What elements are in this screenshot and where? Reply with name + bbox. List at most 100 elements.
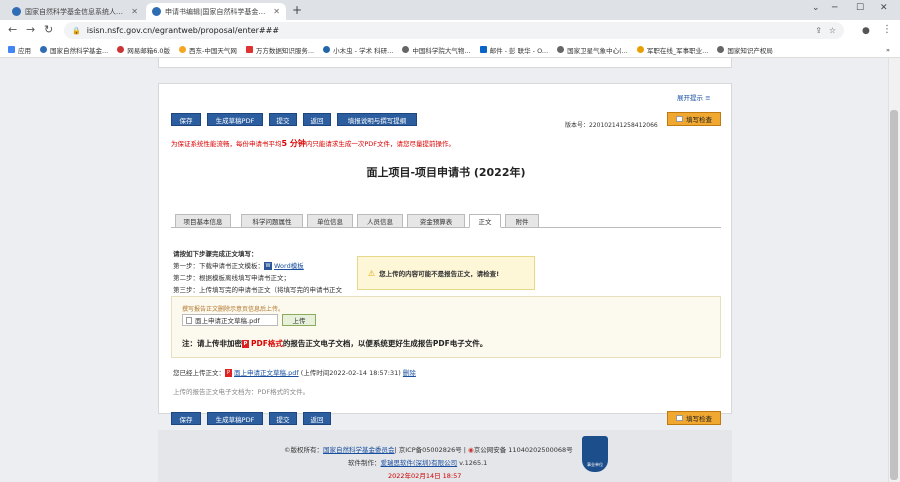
nsfc-link[interactable]: 国家自然科学基金委员会 [323, 446, 395, 454]
check-doc-icon [676, 116, 683, 122]
new-tab-icon[interactable]: + [292, 3, 302, 17]
bookmarks-overflow-icon[interactable]: » [886, 46, 890, 54]
save-button-bottom[interactable]: 保存 [171, 412, 201, 425]
bookmark-item[interactable]: 国家自然科学基金... [40, 45, 108, 55]
muchong-icon [323, 46, 331, 53]
warning-icon: ⚠ [368, 268, 376, 278]
minimize-icon[interactable]: ─ [832, 3, 837, 13]
generate-pdf-button[interactable]: 生成草稿PDF [207, 113, 263, 126]
bookmark-item[interactable]: 西东-中国天气网 [179, 45, 237, 55]
back-button[interactable]: 返回 [303, 113, 331, 126]
police-badge-icon: ◉ [465, 446, 474, 454]
upload-note: 注：请上传非加密 P PDF格式的报告正文电子文档，以便系统更好生成报告PDF电子文… [182, 339, 488, 348]
submit-button-bottom[interactable]: 提交 [269, 412, 297, 425]
bookmark-item[interactable]: 军职在线_军事职业... [636, 45, 708, 55]
close-tab-icon[interactable]: ✕ [127, 7, 138, 16]
uploaded-file-row: 您已经上传正文： P 面上申请正文草稿.pdf (上传时间2022-02-14 18… [173, 369, 416, 377]
military-icon [636, 46, 644, 53]
top-nav-strip [158, 58, 732, 68]
check-doc-icon [676, 415, 683, 421]
tab-budget[interactable]: 资金预算表 [407, 214, 465, 228]
format-hint: 上传的报告正文电子文档为：PDF格式的文件。 [173, 388, 310, 396]
proposal-panel: 展开提示 ≡ 保存 生成草稿PDF 提交 返回 填报说明与撰写提纲 版本号：22… [158, 83, 732, 425]
copyright-line: ©版权所有：国家自然科学基金委员会| 京ICP备05002826号 | ◉京公网… [284, 446, 573, 454]
browser-menu-icon[interactable]: ⋮ [882, 24, 892, 36]
submit-button[interactable]: 提交 [269, 113, 297, 126]
bookmark-item[interactable]: 网易邮箱6.0版 [117, 45, 170, 55]
globe-icon [717, 46, 725, 53]
close-tab-icon[interactable]: ✕ [269, 7, 280, 16]
bookmarks-bar: 应用 国家自然科学基金... 网易邮箱6.0版 西东-中国天气网 万方数据知识服… [0, 42, 900, 58]
upload-button[interactable]: 上传 [282, 314, 316, 326]
save-button[interactable]: 保存 [171, 113, 201, 126]
institution-badge: 事业单位 [582, 436, 608, 472]
tab-science-attr[interactable]: 科学问题属性 [241, 214, 303, 228]
pdf-rate-notice: 为保证系统性能流畅，每份申请书平均5 分钟内只能请求生成一次PDF文件，请您尽量… [171, 139, 456, 148]
tab-main-text[interactable]: 正文 [469, 214, 501, 228]
nsfc-favicon-icon [12, 7, 21, 16]
vendor-link[interactable]: 爱瑞思软件(深圳)有限公司 [381, 459, 458, 467]
upload-box: 撰写报告正文删除示意页信息后上传。 面上申请正文草稿.pdf 上传 注：请上传非… [171, 296, 721, 358]
bookmark-apps[interactable]: 应用 [8, 45, 31, 55]
url-bar[interactable]: 🔒 isisn.nsfc.gov.cn/egrantweb/proposal/e… [64, 22, 844, 39]
footer: ©版权所有：国家自然科学基金委员会| 京ICP备05002826号 | ◉京公网… [158, 430, 732, 482]
bookmark-star-icon[interactable]: ☆ [829, 26, 836, 35]
tab-search-icon[interactable]: ⌄ [812, 3, 820, 13]
browser-tab-login[interactable]: 国家自然科学基金信息系统人员登录 ✕ [6, 3, 144, 20]
nsfc-icon [40, 46, 47, 53]
upload-hint: 撰写报告正文删除示意页信息后上传。 [182, 306, 285, 313]
wanfang-icon [245, 46, 253, 53]
page-content: 展开提示 ≡ 保存 生成草稿PDF 提交 返回 填报说明与撰写提纲 版本号：22… [0, 58, 888, 482]
pdf-icon: P [242, 340, 249, 348]
bookmark-item[interactable]: 国家知识产权局 [717, 45, 773, 55]
bookmark-item[interactable]: 中国科学院大气物... [402, 45, 471, 55]
outlook-icon [479, 46, 487, 53]
tab-attachments[interactable]: 附件 [505, 214, 539, 228]
apps-grid-icon [8, 46, 15, 53]
warning-popup: ⚠ 您上传的内容可能不是报告正文，请检查! [357, 256, 535, 290]
bookmark-item[interactable]: 国家卫星气象中心(... [557, 45, 628, 55]
pdf-icon: P [225, 369, 232, 377]
bookmark-item[interactable]: 小木虫 - 学术 科研... [323, 45, 393, 55]
browser-tabstrip: 国家自然科学基金信息系统人员登录 ✕ 申请书编辑|国家自然科学基金管理 ✕ + … [0, 0, 900, 20]
tab-unit-info[interactable]: 单位信息 [307, 214, 353, 228]
file-icon [186, 316, 192, 324]
software-line: 软件制作：爱瑞思软件(深圳)有限公司 v.1265.1 [348, 459, 488, 467]
address-toolbar: ← → ↻ 🔒 isisn.nsfc.gov.cn/egrantweb/prop… [0, 20, 900, 42]
profile-icon[interactable]: ● [862, 25, 870, 37]
fill-check-button[interactable]: 填写检查 [667, 112, 721, 126]
steps-title: 请按如下步骤完成正文填写： [173, 250, 258, 258]
word-template-link[interactable]: Word模板 [274, 262, 304, 270]
step-three: 第三步：上传填写完的申请书正文（将填写完的申请书正文 [173, 286, 342, 294]
file-path-input[interactable]: 面上申请正文草稿.pdf [182, 314, 278, 326]
step-one: 第一步：下载申请书正文模板： W Word模板 [173, 262, 304, 270]
back-button-bottom[interactable]: 返回 [303, 412, 331, 425]
word-doc-icon: W [264, 262, 272, 270]
nsfc-favicon-icon [152, 7, 161, 16]
forward-icon[interactable]: → [26, 24, 35, 36]
back-icon[interactable]: ← [8, 24, 17, 36]
footer-date: 2022年02月14日 18:57 [388, 472, 462, 480]
generate-pdf-button-bottom[interactable]: 生成草稿PDF [207, 412, 263, 425]
help-guide-button[interactable]: 填报说明与撰写提纲 [337, 113, 417, 126]
reload-icon[interactable]: ↻ [44, 24, 53, 36]
delete-file-link[interactable]: 删除 [403, 369, 416, 377]
form-title: 面上项目-项目申请书 (2022年) [366, 166, 526, 179]
share-icon[interactable]: ⇪ [815, 26, 822, 35]
browser-tab-proposal[interactable]: 申请书编辑|国家自然科学基金管理 ✕ [146, 3, 286, 20]
tab-personnel[interactable]: 人员信息 [357, 214, 403, 228]
step-two: 第二步：根据模板离线填写申请书正文； [173, 274, 290, 282]
bookmark-item[interactable]: 邮件 - 彭 联华 - O... [479, 45, 548, 55]
expand-tips-link[interactable]: 展开提示 ≡ [677, 92, 711, 102]
scrollbar-thumb[interactable] [890, 110, 898, 480]
lock-icon: 🔒 [72, 26, 81, 35]
fill-check-button-bottom[interactable]: 填写检查 [667, 411, 721, 425]
uploaded-file-link[interactable]: 面上申请正文草稿.pdf [234, 369, 299, 377]
maximize-icon[interactable]: ☐ [856, 3, 864, 13]
bookmark-item[interactable]: 万方数据知识服务... [245, 45, 314, 55]
window-close-icon[interactable]: ✕ [880, 3, 888, 13]
version-number: 版本号：220102141258412066 [565, 122, 658, 129]
tab-basic-info[interactable]: 项目基本信息 [175, 214, 231, 228]
globe-icon [402, 46, 410, 53]
mail163-icon [117, 46, 125, 53]
